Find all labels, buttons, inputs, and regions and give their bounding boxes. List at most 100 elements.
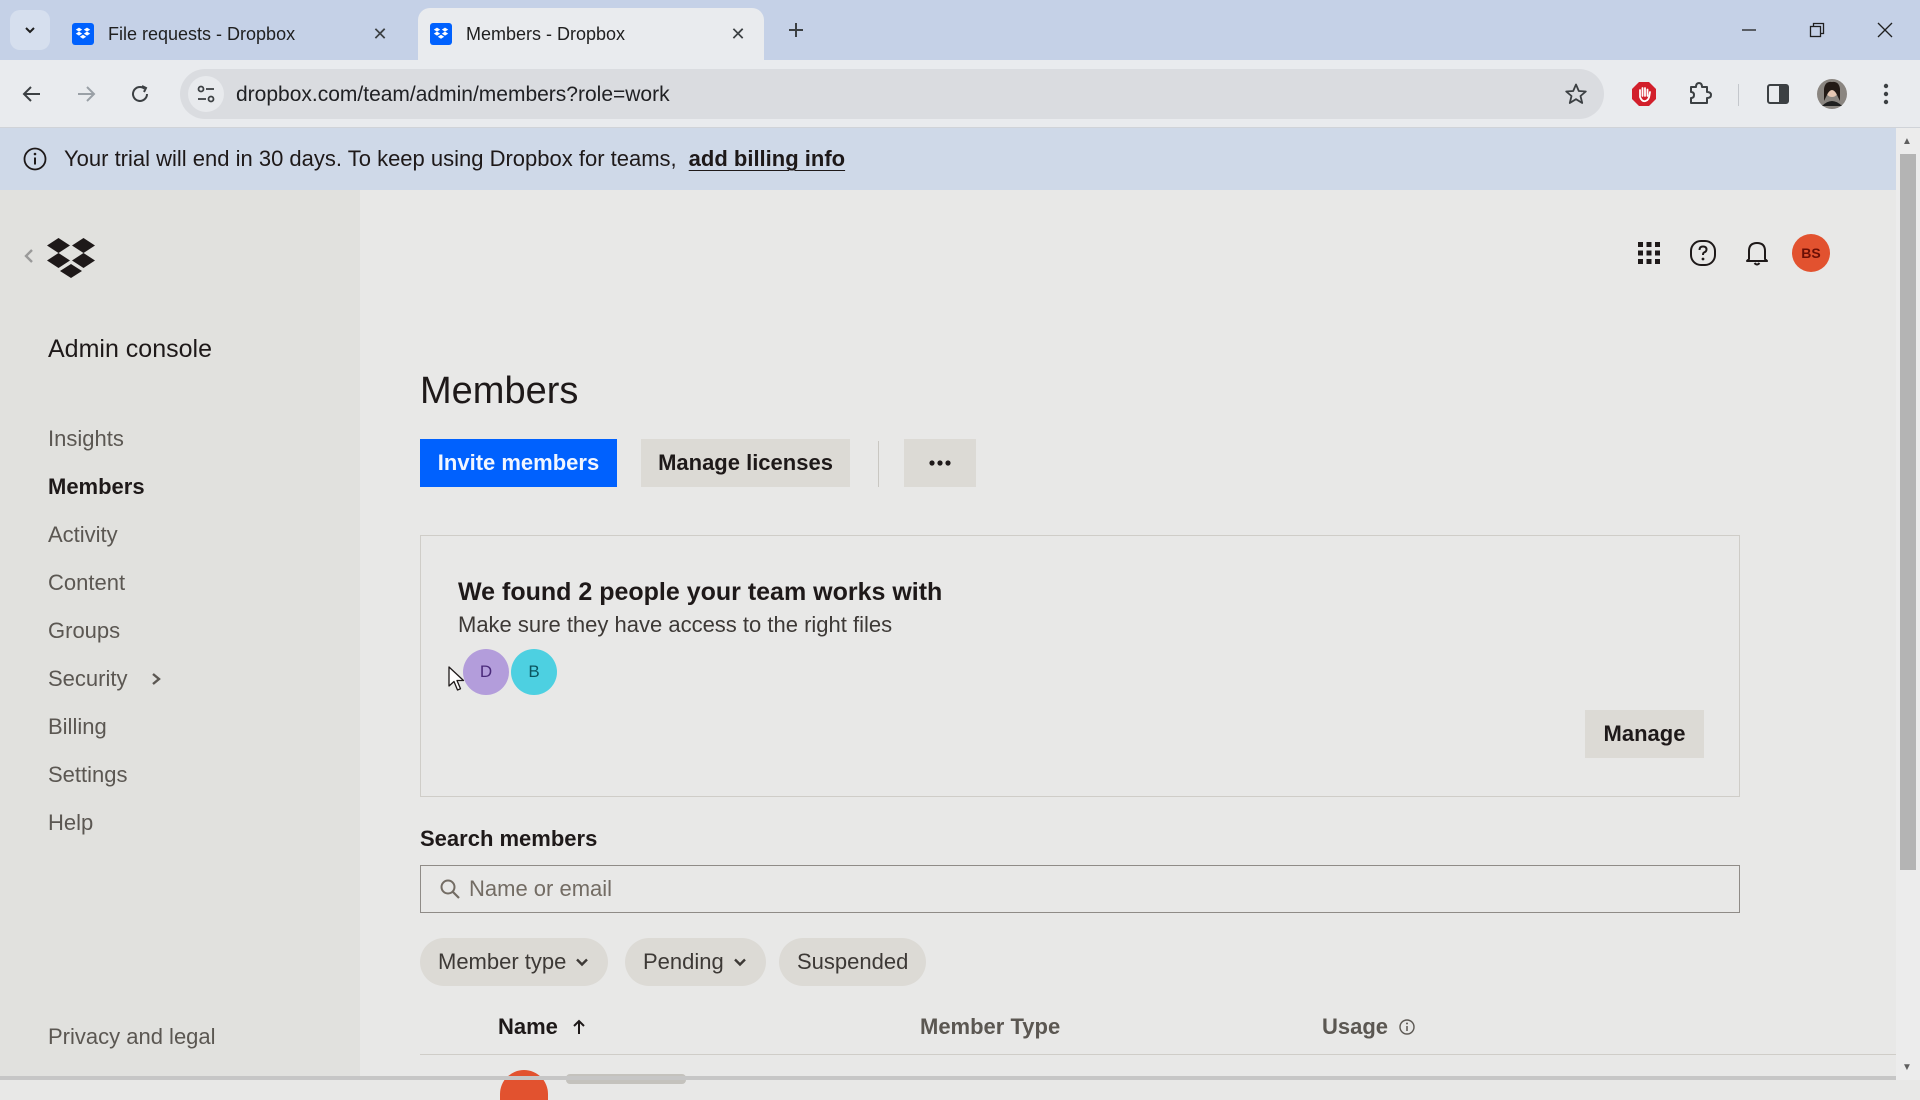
search-members-label: Search members — [420, 826, 598, 851]
collapse-sidebar-button[interactable] — [22, 246, 40, 270]
invite-members-button[interactable]: Invite members — [420, 439, 617, 487]
dropbox-favicon-icon — [430, 23, 452, 45]
kebab-menu-icon — [1883, 83, 1889, 105]
reload-icon — [132, 85, 148, 102]
column-label: Name — [498, 1014, 558, 1039]
close-tab-icon[interactable]: ✕ — [726, 22, 750, 46]
search-members-field[interactable] — [420, 865, 1740, 913]
sort-ascending-icon — [573, 1019, 585, 1034]
reload-button[interactable] — [120, 74, 160, 114]
puzzle-icon — [1690, 82, 1712, 104]
sidebar-item-content[interactable]: Content — [48, 570, 125, 596]
url-text[interactable]: dropbox.com/team/admin/members?role=work — [236, 83, 670, 107]
dropbox-logo[interactable] — [46, 236, 96, 280]
tab-title: File requests - Dropbox — [108, 23, 296, 44]
scroll-down-arrow-icon[interactable]: ▼ — [1902, 1062, 1912, 1073]
chevron-left-icon — [24, 249, 33, 263]
toolbar-divider — [1738, 84, 1739, 106]
help-button[interactable] — [1686, 236, 1720, 270]
trial-banner: Your trial will end in 30 days. To keep … — [0, 128, 1896, 190]
column-label: Usage — [1322, 1014, 1389, 1039]
minimize-button[interactable] — [1726, 10, 1772, 50]
sidebar-item-groups[interactable]: Groups — [48, 618, 120, 644]
vertical-scrollbar[interactable]: ▲ ▼ — [1896, 128, 1920, 1080]
tab-search-button[interactable] — [10, 10, 50, 50]
user-avatar[interactable]: BS — [1792, 234, 1830, 272]
sidebar-item-members[interactable]: Members — [48, 474, 145, 500]
browser-menu-button[interactable] — [1868, 76, 1904, 112]
sidebar-item-label: Activity — [48, 522, 118, 547]
filter-suspended[interactable]: Suspended — [779, 938, 927, 986]
notifications-button[interactable] — [1740, 236, 1774, 270]
arrow-left-icon — [22, 86, 40, 102]
new-tab-button[interactable] — [780, 14, 812, 46]
suggested-person-avatar[interactable]: D — [463, 649, 509, 695]
search-input[interactable] — [469, 876, 1669, 902]
sidebar-item-settings[interactable]: Settings — [48, 762, 128, 788]
info-icon[interactable] — [1398, 1018, 1416, 1036]
bookmark-button[interactable] — [1562, 80, 1590, 108]
chevron-right-icon — [152, 673, 162, 685]
scroll-up-arrow-icon[interactable]: ▲ — [1902, 136, 1912, 147]
sidebar-item-insights[interactable]: Insights — [48, 426, 124, 452]
horizontal-scrollbar[interactable] — [0, 1076, 1896, 1080]
profile-button[interactable] — [1814, 76, 1850, 112]
sidebar-item-label: Groups — [48, 618, 121, 643]
profile-photo — [1817, 79, 1847, 109]
sidebar-item-label: Insights — [48, 426, 124, 451]
suggested-person-avatar[interactable]: B — [511, 649, 557, 695]
sidebar-item-label: Billing — [48, 714, 107, 739]
restore-icon — [1809, 22, 1825, 38]
member-avatar — [500, 1070, 548, 1100]
forward-button[interactable] — [66, 74, 106, 114]
suggested-people-card: We found 2 people your team works with M… — [420, 535, 1740, 797]
dropbox-favicon-icon — [72, 23, 94, 45]
privacy-and-legal-link[interactable]: Privacy and legal — [48, 1024, 216, 1050]
close-tab-icon[interactable]: ✕ — [368, 22, 392, 46]
filter-label: Suspended — [797, 949, 909, 974]
mouse-cursor-icon — [448, 666, 465, 691]
more-horizontal-icon — [929, 460, 951, 466]
arrow-right-icon — [78, 86, 96, 102]
close-icon — [1877, 22, 1893, 38]
chevron-down-icon — [733, 958, 746, 967]
tab-file-requests[interactable]: File requests - Dropbox ✕ — [66, 8, 406, 60]
bell-icon — [1746, 242, 1768, 266]
sidebar-item-activity[interactable]: Activity — [48, 522, 118, 548]
tab-members[interactable]: Members - Dropbox ✕ — [418, 8, 764, 60]
column-header-member-type[interactable]: Member Type — [920, 1014, 1060, 1040]
admin-console-title: Admin console — [48, 335, 212, 363]
filter-member-type[interactable]: Member type — [420, 938, 609, 986]
column-label: Member Type — [920, 1014, 1061, 1039]
browser-toolbar: dropbox.com/team/admin/members?role=work — [0, 60, 1920, 128]
close-window-button[interactable] — [1862, 10, 1908, 50]
sidebar-item-security[interactable]: Security — [48, 666, 163, 692]
sidebar-item-label: Members — [48, 474, 145, 499]
manage-licenses-button[interactable]: Manage licenses — [641, 439, 850, 487]
sidebar: Admin console Insights Members Activity … — [0, 190, 360, 1080]
sidebar-item-help[interactable]: Help — [48, 810, 93, 836]
restore-button[interactable] — [1794, 10, 1840, 50]
info-icon — [23, 147, 47, 171]
filter-label: Pending — [643, 949, 724, 974]
manage-suggestions-button[interactable]: Manage — [1585, 710, 1704, 758]
site-info-button[interactable] — [188, 76, 224, 112]
page-title: Members — [420, 370, 579, 412]
column-header-name[interactable]: Name — [498, 1014, 586, 1040]
more-actions-button[interactable] — [904, 439, 976, 487]
side-panel-icon — [1767, 84, 1789, 104]
filter-pending[interactable]: Pending — [625, 938, 766, 986]
address-bar[interactable]: dropbox.com/team/admin/members?role=work — [180, 69, 1604, 119]
add-billing-info-link[interactable]: add billing info — [689, 146, 845, 172]
column-header-usage[interactable]: Usage — [1322, 1014, 1416, 1040]
adblock-extension-button[interactable] — [1626, 76, 1662, 112]
chevron-down-icon — [25, 27, 35, 34]
side-panel-button[interactable] — [1760, 76, 1796, 112]
back-button[interactable] — [12, 74, 52, 114]
extensions-button[interactable] — [1682, 76, 1718, 112]
sidebar-item-label: Security — [48, 666, 128, 691]
scrollbar-thumb[interactable] — [1900, 154, 1916, 870]
app-grid-button[interactable] — [1632, 236, 1666, 270]
help-icon — [1690, 240, 1716, 266]
sidebar-item-billing[interactable]: Billing — [48, 714, 107, 740]
